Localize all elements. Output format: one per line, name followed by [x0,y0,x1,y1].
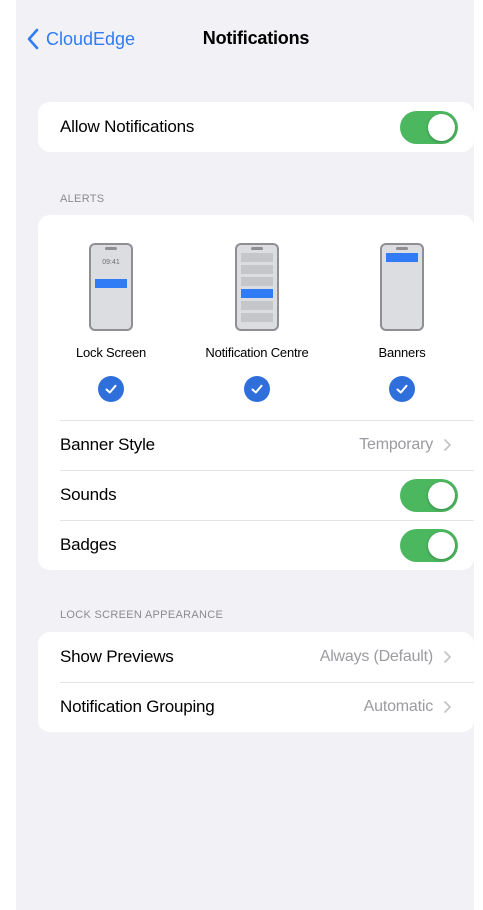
page-title: Notifications [202,28,310,48]
banner-style-row[interactable]: Banner Style Temporary [38,420,474,470]
sounds-row: Sounds [38,470,474,520]
lock-screen-time: 09:41 [102,259,120,266]
chevron-right-icon [444,651,451,663]
show-previews-row[interactable]: Show Previews Always (Default) [38,632,474,682]
settings-screen: CloudEdge Notifications Allow Notificati… [16,0,474,910]
toggle-knob [428,114,455,141]
toggle-knob [428,482,455,509]
alert-options: 09:41 Lock Screen Notification Centre Ba… [38,215,474,420]
alerts-group: 09:41 Lock Screen Notification Centre Ba… [38,215,474,570]
notification-grouping-value: Automatic [363,698,434,715]
checkmark-icon[interactable] [389,376,415,402]
sounds-toggle[interactable] [400,479,458,512]
alert-option-label: Lock Screen [75,345,147,360]
alert-option-label: Banners [378,345,426,360]
notification-grouping-row[interactable]: Notification Grouping Automatic [38,682,474,732]
badges-label: Badges [60,535,117,554]
notification-centre-phone-icon [235,243,279,331]
alert-option-banners[interactable]: Banners [327,243,474,402]
allow-notifications-toggle[interactable] [400,111,458,144]
notification-grouping-label: Notification Grouping [60,697,215,716]
show-previews-label: Show Previews [60,647,174,666]
checkmark-icon[interactable] [98,376,124,402]
chevron-right-icon [444,439,451,451]
lock-screen-phone-icon: 09:41 [89,243,133,331]
toggle-knob [428,532,455,559]
checkmark-icon[interactable] [244,376,270,402]
navigation-bar: CloudEdge Notifications [16,0,474,78]
alert-option-lock-screen[interactable]: 09:41 Lock Screen [38,243,186,402]
alert-option-notification-centre[interactable]: Notification Centre [182,243,332,402]
allow-notifications-label: Allow Notifications [60,117,195,136]
alerts-section-header: ALERTS [60,193,105,205]
chevron-right-icon [444,701,451,713]
allow-notifications-group: Allow Notifications [38,102,474,152]
banner-style-value: Temporary [359,436,433,453]
sounds-label: Sounds [60,485,117,504]
allow-notifications-row: Allow Notifications [38,102,474,152]
badges-toggle[interactable] [400,529,458,562]
banner-style-label: Banner Style [60,435,155,454]
lock-screen-appearance-group: Show Previews Always (Default) Notificat… [38,632,474,732]
lock-screen-section-header: LOCK SCREEN APPEARANCE [60,609,224,621]
banners-phone-icon [380,243,424,331]
badges-row: Badges [38,520,474,570]
alert-option-label: Notification Centre [205,345,309,360]
show-previews-value: Always (Default) [319,648,433,665]
